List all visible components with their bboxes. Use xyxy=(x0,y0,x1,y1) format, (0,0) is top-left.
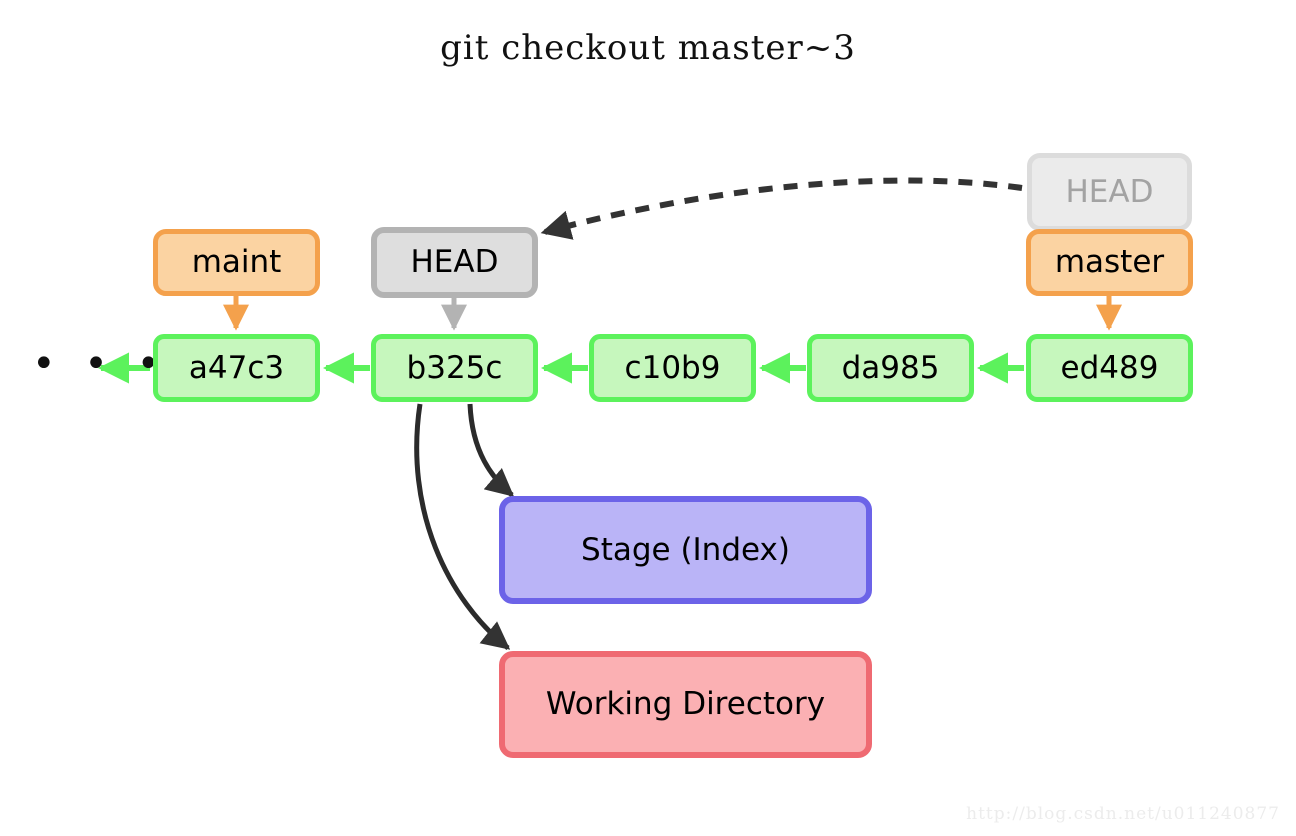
ref-maint-label: maint xyxy=(191,244,282,280)
working-directory-box[interactable]: Working Directory xyxy=(499,651,872,758)
ref-head-previous: HEAD xyxy=(1027,153,1192,231)
commit-node-ed489[interactable]: ed489 xyxy=(1026,334,1193,402)
commit-node-c10b9[interactable]: c10b9 xyxy=(589,334,756,402)
stage-index-box[interactable]: Stage (Index) xyxy=(499,496,872,604)
commit-label: b325c xyxy=(406,349,503,386)
diagram-canvas: git checkout master~3 • • • maint HEAD H… xyxy=(0,0,1296,836)
edge-b325c-to-working-directory xyxy=(414,403,511,650)
history-ellipsis: • • • xyxy=(32,341,169,387)
commit-label: a47c3 xyxy=(188,349,285,386)
commit-node-b325c[interactable]: b325c xyxy=(371,334,538,402)
stage-index-label: Stage (Index) xyxy=(581,531,790,568)
ref-master-label: master xyxy=(1054,244,1165,280)
ref-master[interactable]: master xyxy=(1026,229,1193,296)
commit-node-a47c3[interactable]: a47c3 xyxy=(153,334,320,402)
ref-head-previous-label: HEAD xyxy=(1065,173,1154,210)
edge-head-moved-dashed xyxy=(540,177,1023,240)
commit-label: c10b9 xyxy=(624,349,721,386)
working-directory-label: Working Directory xyxy=(545,686,826,722)
page-title: git checkout master~3 xyxy=(440,28,856,68)
edge-b325c-to-stage xyxy=(467,403,515,497)
commit-label: da985 xyxy=(841,349,940,386)
commit-node-da985[interactable]: da985 xyxy=(807,334,974,402)
ref-head-active[interactable]: HEAD xyxy=(371,227,538,298)
watermark: http://blog.csdn.net/u011240877 xyxy=(966,804,1280,824)
ref-maint[interactable]: maint xyxy=(153,229,320,296)
ref-head-active-label: HEAD xyxy=(410,244,499,280)
commit-label: ed489 xyxy=(1060,349,1159,386)
